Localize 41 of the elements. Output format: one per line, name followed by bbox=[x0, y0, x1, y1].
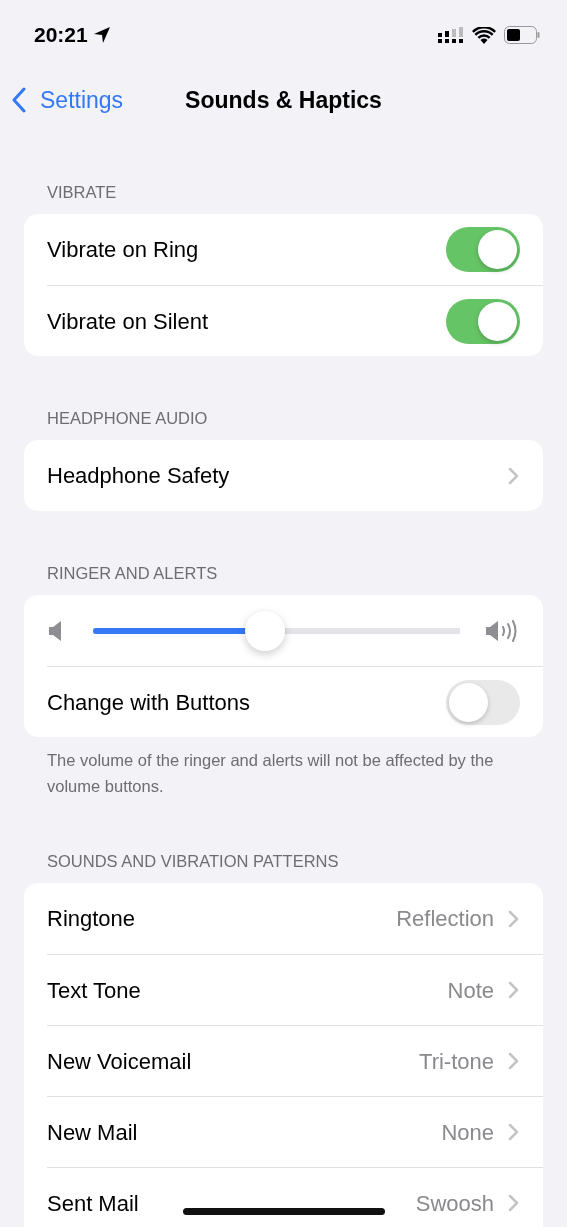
signal-icon bbox=[438, 27, 464, 43]
setting-label: Sent Mail bbox=[47, 1189, 139, 1218]
setting-value: Tri-tone bbox=[419, 1047, 494, 1076]
toggle-switch[interactable] bbox=[446, 227, 520, 272]
settings-row[interactable]: New Voicemail Tri-tone bbox=[24, 1025, 543, 1096]
section-header: VIBRATE bbox=[46, 182, 118, 203]
setting-label: Text Tone bbox=[47, 976, 141, 1005]
setting-label: Headphone Safety bbox=[47, 462, 230, 490]
back-button[interactable]: Settings bbox=[0, 82, 124, 118]
chevron-icon bbox=[508, 1194, 520, 1212]
wifi-icon bbox=[472, 26, 496, 44]
setting-label: New Voicemail bbox=[47, 1047, 192, 1076]
toggle-switch[interactable] bbox=[446, 298, 520, 344]
slider-thumb[interactable] bbox=[245, 610, 286, 651]
setting-value: Swoosh bbox=[415, 1189, 494, 1218]
setting-value: Note bbox=[447, 976, 494, 1005]
setting-label: Ringtone bbox=[47, 905, 136, 933]
section-header: SOUNDS AND VIBRATION PATTERNS bbox=[46, 851, 340, 872]
setting-value: Reflection bbox=[396, 905, 494, 933]
section-header: RINGER AND ALERTS bbox=[46, 563, 219, 584]
chevron-icon bbox=[508, 1123, 520, 1141]
section-footer: The volume of the ringer and alerts will not be affected by the volume buttons. bbox=[0, 737, 567, 799]
settings-row[interactable]: New Mail None bbox=[24, 1096, 543, 1167]
settings-row[interactable]: Headphone Safety bbox=[24, 440, 543, 511]
chevron-icon bbox=[508, 909, 520, 928]
setting-label: Vibrate on Silent bbox=[47, 307, 209, 336]
chevron-icon bbox=[508, 466, 520, 485]
chevron-icon bbox=[508, 1052, 520, 1070]
chevron-icon bbox=[508, 981, 520, 999]
section-header: HEADPHONE AUDIO bbox=[46, 408, 209, 429]
status-time: 20:21 bbox=[34, 22, 88, 49]
page-title: Sounds & Haptics bbox=[185, 85, 382, 115]
settings-row[interactable]: Text Tone Note bbox=[24, 954, 543, 1025]
battery-icon bbox=[504, 26, 540, 44]
setting-label: New Mail bbox=[47, 1118, 138, 1147]
setting-value: None bbox=[441, 1118, 494, 1147]
setting-label: Vibrate on Ring bbox=[47, 236, 199, 264]
back-chevron-icon bbox=[12, 87, 26, 113]
toggle-switch[interactable] bbox=[446, 679, 520, 725]
setting-label: Change with Buttons bbox=[47, 688, 251, 717]
settings-row[interactable]: Ringtone Reflection bbox=[24, 883, 543, 954]
